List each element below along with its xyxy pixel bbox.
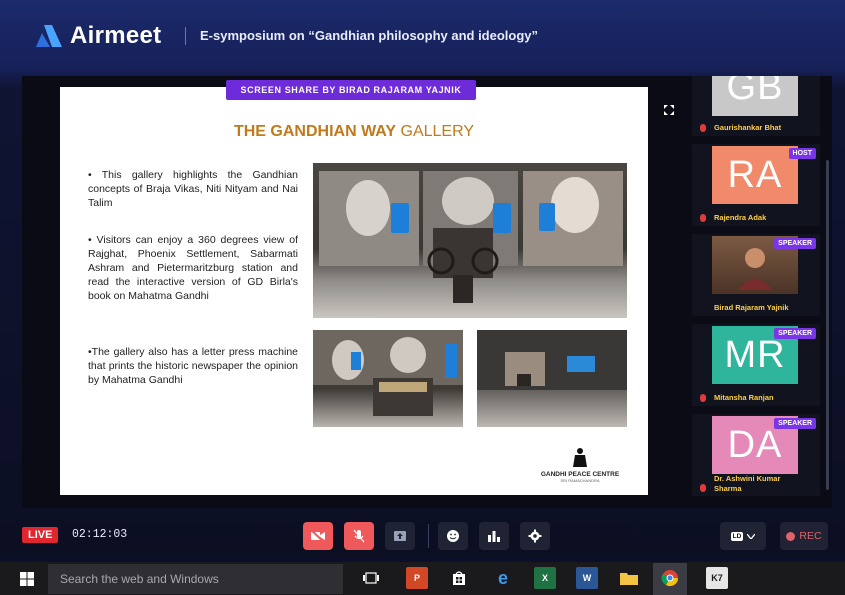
settings-button[interactable] [520,522,550,550]
participant-tile[interactable]: GB Gaurishankar Bhat [692,76,820,136]
slide-bullet: •The gallery also has a letter press mac… [88,346,298,386]
mic-muted-icon [700,394,706,402]
emoji-icon [447,530,459,542]
participant-tile[interactable]: SPEAKER Birad Rajaram Yajnik [692,234,820,316]
participant-tile[interactable]: RA HOST Rajendra Adak [692,144,820,226]
k7-antivirus-icon[interactable]: K7 [706,567,728,589]
file-explorer-icon[interactable] [618,567,640,589]
chrome-icon[interactable] [659,567,681,589]
gallery-photo-main [313,163,627,318]
share-screen-button[interactable] [385,522,415,550]
airmeet-window: Airmeet E-symposium on “Gandhian philoso… [0,0,845,558]
control-divider [428,524,429,548]
participant-name: Birad Rajaram Yajnik [714,303,789,312]
participant-scrollbar[interactable] [826,160,829,490]
slide-title-bold: THE GANDHIAN WAY [233,123,397,140]
header: Airmeet E-symposium on “Gandhian philoso… [0,0,845,72]
slide-bullet: • Visitors can enjoy a 360 degrees view … [88,234,298,302]
quality-selector[interactable]: LD [720,522,766,550]
camera-toggle-button[interactable] [303,522,333,550]
edge-browser-icon[interactable]: e [492,567,514,589]
participant-tile[interactable]: DA SPEAKER Dr. Ashwini Kumar Sharma [692,414,820,496]
participant-name: Gaurishankar Bhat [714,123,782,132]
mic-toggle-button[interactable] [344,522,374,550]
airmeet-logo-icon [36,25,62,47]
avatar: GB [712,76,798,116]
chevron-down-icon [747,533,756,539]
brand-logo[interactable]: Airmeet [36,22,161,50]
record-dot-icon [786,531,796,541]
excel-icon[interactable]: X [534,567,556,589]
slide-title-rest: GALLERY [396,123,475,140]
fullscreen-icon[interactable] [663,103,675,119]
mic-muted-icon [700,214,706,222]
screen-share-icon [394,531,406,541]
record-label: REC [799,530,822,542]
live-badge: LIVE [22,527,59,543]
event-title: E-symposium on “Gandhian philosophy and … [200,28,539,43]
bar-chart-icon [488,531,500,542]
participant-name: Dr. Ashwini Kumar Sharma [714,474,781,493]
mic-off-icon [353,529,365,543]
record-button[interactable]: REC [780,522,828,550]
mic-muted-icon [700,124,706,132]
store-icon[interactable] [448,567,470,589]
slide-bullet: • This gallery highlights the Gandhian c… [88,169,298,209]
slide-title: THE GANDHIAN WAY GALLERY [60,123,648,141]
screen-share-badge: SCREEN SHARE BY BIRAD RAJARAM YAJNIK [226,80,476,100]
gallery-photo-room [477,330,627,427]
participant-name: Rajendra Adak [714,213,767,222]
polls-button[interactable] [479,522,509,550]
gear-icon [528,529,542,543]
camera-off-icon [310,530,325,542]
reactions-button[interactable] [438,522,468,550]
participant-tile[interactable]: MR SPEAKER Mitansha Ranjan [692,324,820,406]
shared-slide: THE GANDHIAN WAY GALLERY • This gallery … [60,87,648,495]
avatar: RA [712,146,798,204]
role-badge: HOST [788,148,816,159]
brand-name: Airmeet [70,22,162,49]
participant-list: GB Gaurishankar Bhat RA HOST Rajendra Ad… [692,76,822,508]
role-badge: SPEAKER [774,418,816,429]
header-divider [185,27,186,45]
gallery-photo-press [313,330,463,427]
task-view-icon[interactable] [360,567,382,589]
word-icon[interactable]: W [576,567,598,589]
gandhi-peace-centre-logo: GANDHI PEACE CENTRE SRI RAMACHANDRA [520,447,640,483]
role-badge: SPEAKER [774,238,816,249]
quality-label: LD [730,531,744,541]
mic-muted-icon [700,484,706,492]
role-badge: SPEAKER [774,328,816,339]
elapsed-timer: 02:12:03 [72,528,128,541]
participant-name: Mitansha Ranjan [714,393,774,402]
taskbar-search-input[interactable]: Search the web and Windows [48,564,343,594]
powerpoint-icon[interactable]: P [406,567,428,589]
windows-start-icon[interactable] [20,572,34,591]
